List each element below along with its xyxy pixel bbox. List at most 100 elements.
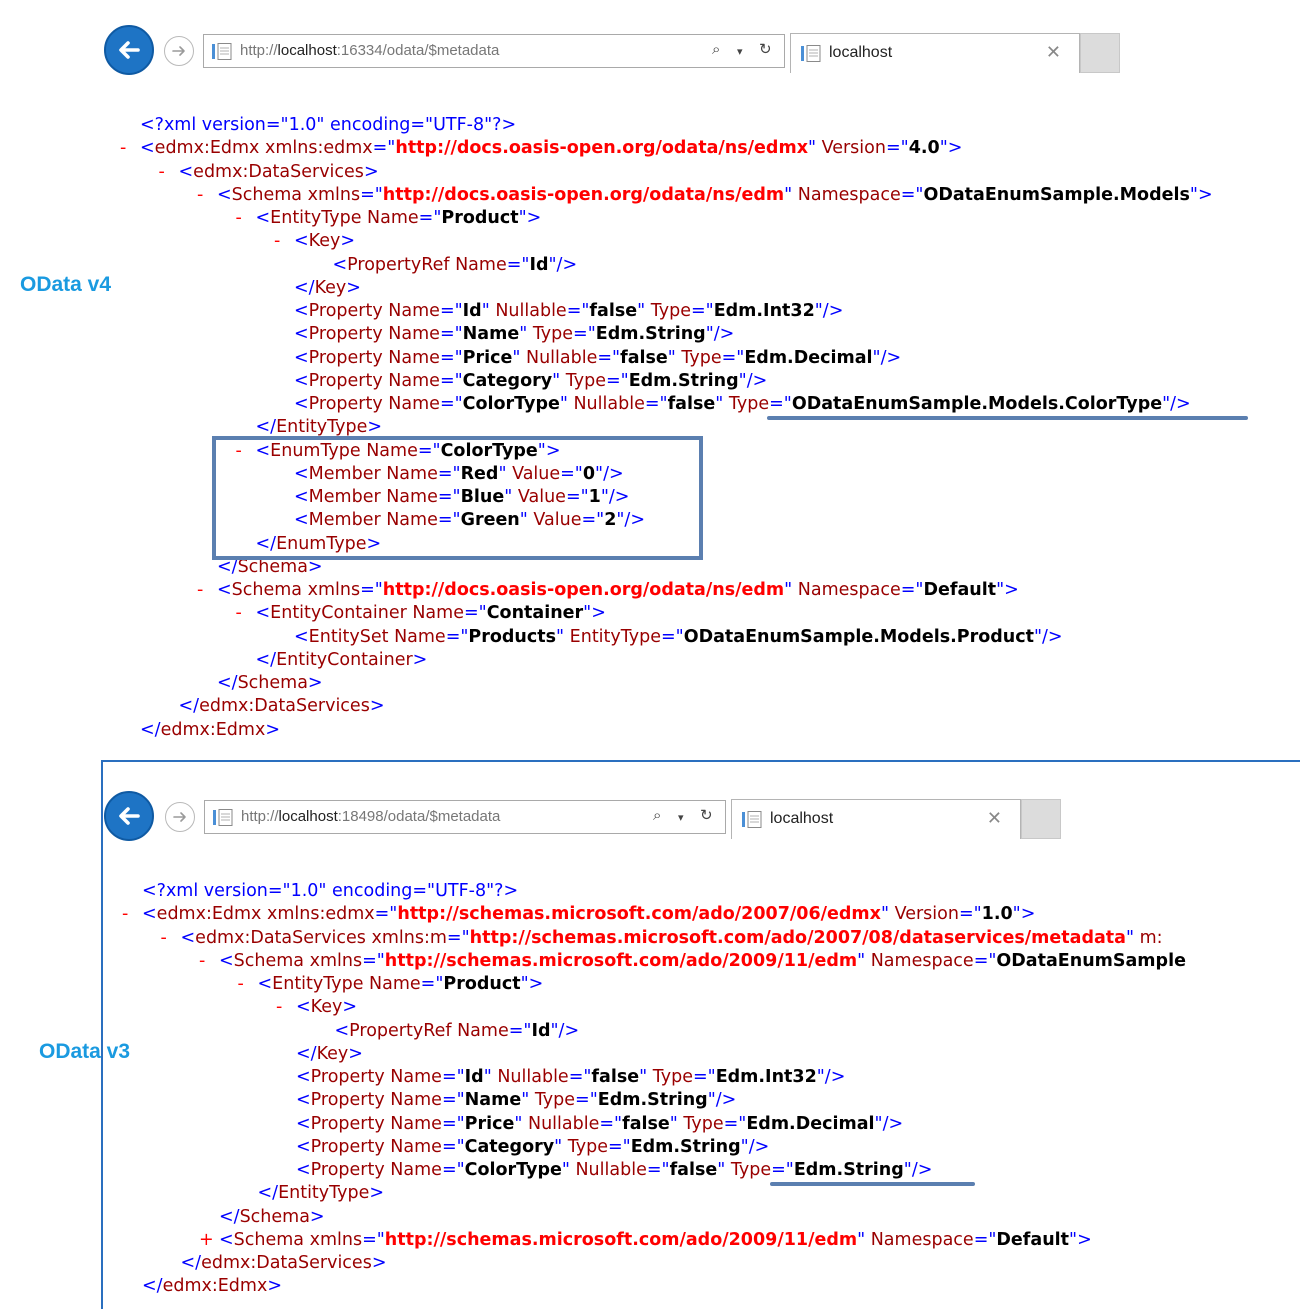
xml-token: =" [441, 1136, 465, 1157]
dropdown-arrow-icon[interactable]: ▾ [737, 45, 743, 58]
forward-button[interactable] [165, 802, 195, 832]
xml-token: Edm.String [628, 370, 739, 391]
xml-token: Nullable [489, 301, 567, 321]
xml-line: - <EntityType Name="Product"> [236, 207, 542, 229]
xml-token: Key [314, 277, 347, 298]
xml-token: xmlns [302, 184, 361, 205]
xml-line: - <Schema xmlns="http://docs.oasis-open.o… [197, 184, 1213, 206]
xml-token: " [667, 347, 676, 368]
collapse-toggle[interactable]: - [120, 137, 140, 159]
collapse-toggle[interactable]: - [276, 996, 296, 1018]
xml-token: " [880, 904, 890, 925]
xml-line: </edmx:Edmx> [122, 1275, 282, 1297]
collapse-toggle[interactable]: - [122, 903, 142, 925]
xml-token: Name [382, 324, 440, 345]
xml-token: Product [443, 974, 521, 994]
collapse-toggle[interactable]: - [236, 602, 256, 624]
xml-token: =" [441, 1113, 465, 1134]
xml-token: < [296, 1113, 311, 1134]
xml-token: > [340, 231, 356, 252]
xml-token: =" [439, 394, 463, 414]
collapse-toggle[interactable]: - [199, 950, 219, 972]
refresh-icon[interactable]: ↻ [700, 806, 713, 824]
xml-token: " [552, 370, 561, 391]
xml-token: Name [451, 1020, 509, 1041]
xml-token: EntityType [272, 974, 364, 994]
xml-token: " [669, 1113, 678, 1134]
collapse-toggle[interactable]: - [159, 161, 179, 183]
xml-line: <Property Name="Price" Nullable="false" … [276, 1113, 903, 1135]
xml-line: - <edmx:Edmx xmlns:edmx="http://schemas.m… [122, 903, 1035, 925]
xml-token: < [217, 580, 232, 600]
search-icon[interactable]: ⌕ [653, 806, 661, 824]
xml-token: edmx:DataServices [195, 927, 366, 948]
xml-token: Edm.Int32 [713, 301, 815, 321]
back-button[interactable] [104, 791, 154, 841]
xml-token: < [178, 161, 194, 182]
xml-line: </edmx:Edmx> [120, 719, 280, 741]
xml-token: =" [573, 324, 596, 345]
xml-token: Type [675, 347, 722, 368]
xml-token: EntityType [278, 1183, 370, 1204]
xml-token: =" [439, 301, 463, 321]
xml-token: > [367, 417, 383, 438]
collapse-toggle[interactable]: - [197, 184, 217, 206]
browser-tab[interactable]: localhost ✕ [731, 799, 1021, 839]
xml-token: </ [257, 1183, 279, 1204]
expand-toggle[interactable]: + [199, 1229, 219, 1251]
xml-token: < [296, 1136, 311, 1157]
forward-button[interactable] [164, 36, 194, 66]
collapse-toggle[interactable]: - [274, 230, 294, 252]
close-icon[interactable]: ✕ [987, 808, 1002, 829]
refresh-icon[interactable]: ↻ [759, 40, 772, 58]
address-bar[interactable]: http://localhost:16334/odata/$metadata ⌕… [203, 34, 785, 68]
xml-token: =" [958, 904, 982, 925]
xml-line: - <edmx:DataServices xmlns:m="http://sche… [161, 927, 1163, 949]
xml-token: Schema [233, 1229, 305, 1250]
xml-token: Schema [231, 580, 303, 600]
odata-v3-label: OData v3 [39, 1040, 131, 1063]
xml-token: =" [644, 394, 668, 414]
xml-token: Name [384, 1113, 442, 1134]
collapse-toggle[interactable]: - [161, 927, 181, 949]
xml-token: < [219, 1229, 234, 1250]
collapse-toggle[interactable]: - [236, 207, 256, 229]
xml-token: Type [723, 394, 770, 414]
xml-line: </Key> [276, 1043, 363, 1065]
search-icon[interactable]: ⌕ [712, 40, 720, 58]
address-bar[interactable]: http://localhost:18498/odata/$metadata ⌕… [204, 800, 726, 834]
xml-token: =" [362, 1229, 385, 1250]
close-icon[interactable]: ✕ [1046, 42, 1061, 63]
new-tab-button[interactable] [1021, 799, 1061, 839]
xml-token: =" [374, 904, 398, 925]
collapse-toggle[interactable]: - [197, 579, 217, 601]
xml-token: =" [360, 580, 383, 600]
xml-token: "/> [705, 324, 735, 345]
xml-line: - <edmx:DataServices> [159, 161, 379, 183]
xml-token: 1.0 [981, 904, 1013, 925]
xml-token: Id [462, 301, 482, 321]
xml-token: > [342, 997, 358, 1018]
xml-token: =" [690, 301, 714, 321]
xml-token: =" [769, 394, 792, 414]
xml-line: </EntityContainer> [236, 649, 428, 671]
xml-token: </ [296, 1043, 317, 1064]
xml-token: =" [605, 370, 629, 391]
xml-line: <Property Name="Category" Type="Edm.Stri… [274, 370, 767, 392]
xml-token: =" [607, 1136, 631, 1157]
xml-token: < [332, 254, 348, 275]
browser-tab[interactable]: localhost ✕ [790, 33, 1080, 73]
new-tab-button[interactable] [1080, 33, 1120, 73]
type-underline-v4 [767, 416, 1248, 420]
back-button[interactable] [104, 25, 154, 75]
xml-token: < [294, 626, 309, 647]
xml-token: Property [310, 1090, 385, 1111]
xml-token: Namespace [865, 950, 974, 971]
dropdown-arrow-icon[interactable]: ▾ [678, 811, 684, 824]
collapse-toggle[interactable]: - [238, 973, 258, 995]
xml-line: <Property Name="ColorType" Nullable="fal… [276, 1159, 932, 1181]
xml-line: <Property Name="Id" Nullable="false" Typ… [276, 1066, 845, 1088]
xml-token: Edm.String [793, 1160, 904, 1180]
xml-token: Type [645, 301, 691, 321]
xml-token: xmlns [302, 580, 361, 600]
